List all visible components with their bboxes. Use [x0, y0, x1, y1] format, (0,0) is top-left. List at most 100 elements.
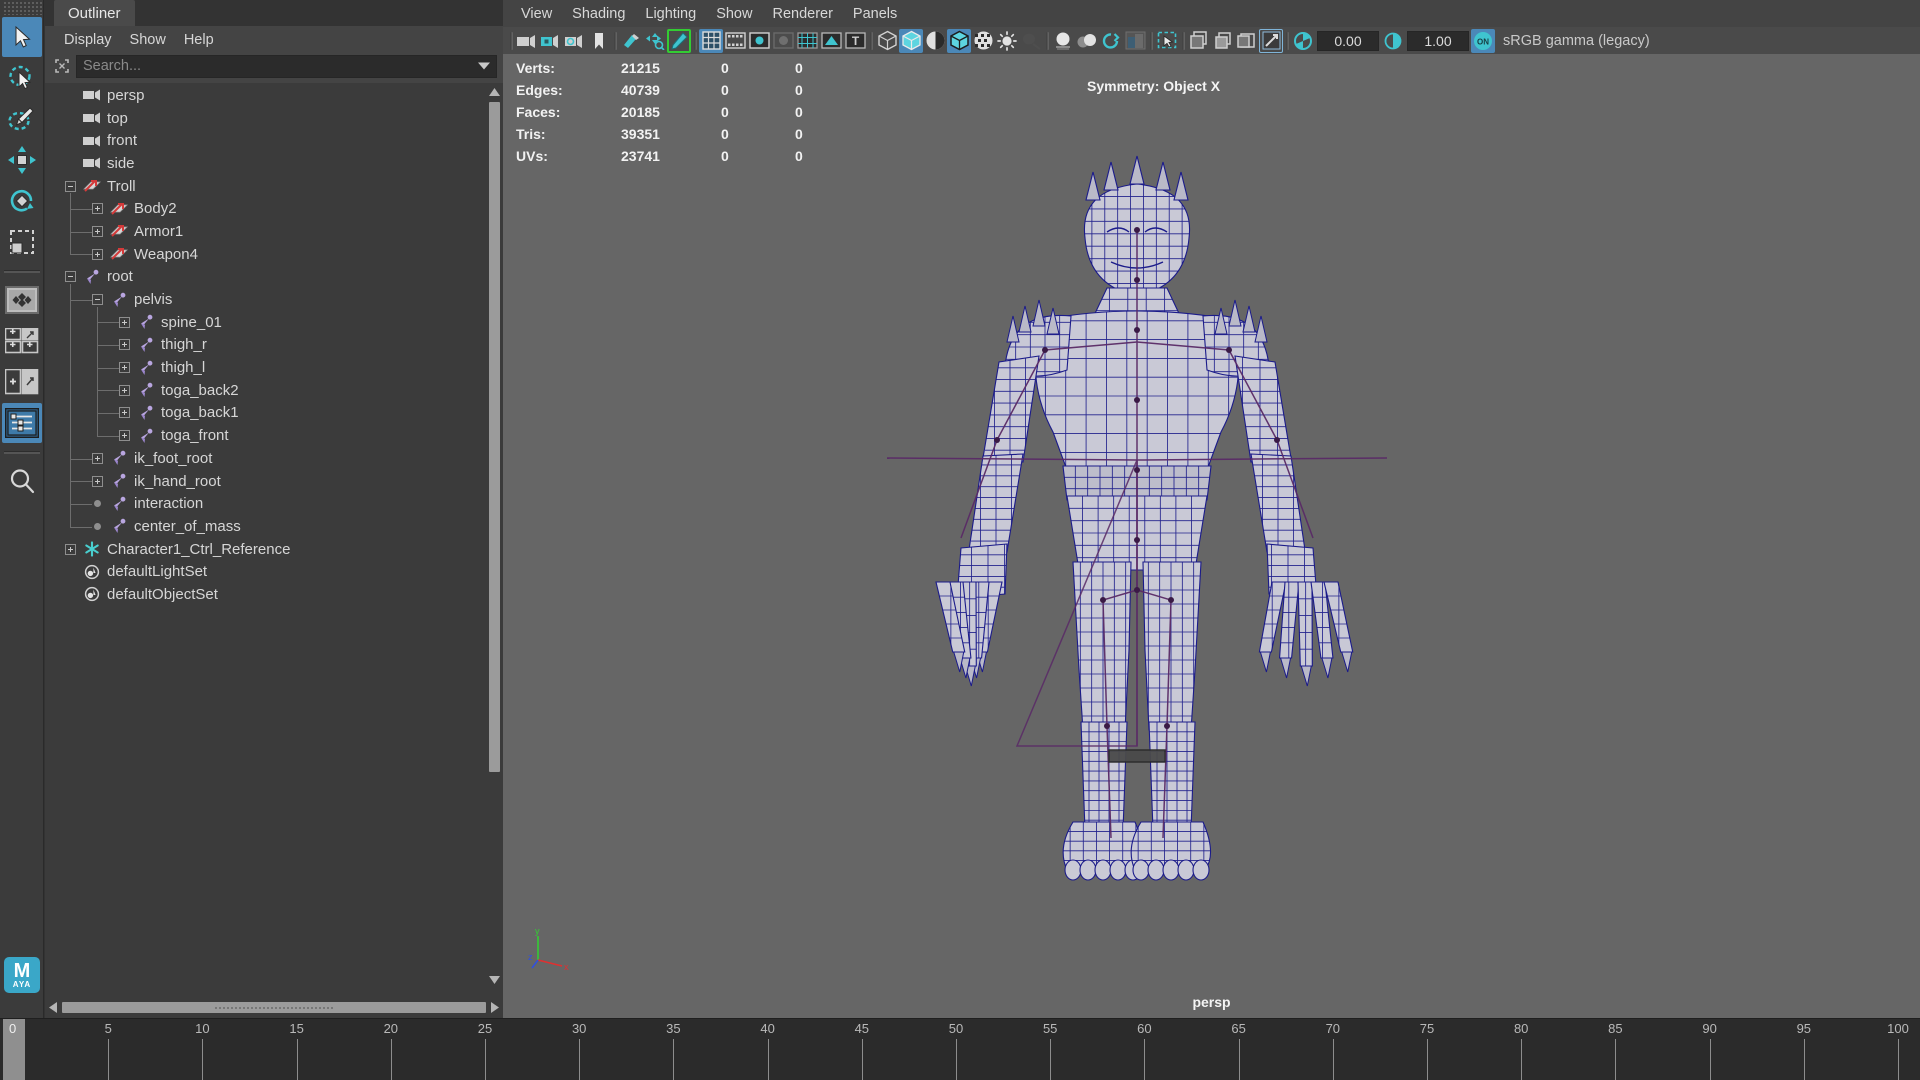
horizontal-scrollbar-thumb[interactable] — [62, 1001, 486, 1013]
outliner-item-interaction[interactable]: interaction — [45, 492, 486, 515]
outliner-item-top[interactable]: top — [45, 107, 486, 130]
expand-icon[interactable] — [119, 407, 130, 419]
paint-select-tool[interactable] — [2, 99, 42, 139]
troll-character-mesh[interactable] — [503, 54, 1920, 1018]
bookmark-icon[interactable] — [587, 29, 611, 53]
textured-icon[interactable] — [971, 29, 995, 53]
menu-panels[interactable]: Panels — [843, 3, 907, 25]
expand-icon[interactable] — [92, 225, 103, 237]
expand-icon[interactable] — [92, 248, 103, 260]
isolate-select-icon[interactable] — [1155, 29, 1179, 53]
outliner-item-troll[interactable]: Troll — [45, 175, 486, 198]
outliner-item-persp[interactable]: persp — [45, 84, 486, 107]
expand-icon[interactable] — [119, 339, 130, 351]
gamma-value-field[interactable]: 1.00 — [1407, 30, 1469, 51]
scroll-right-arrow-icon[interactable] — [487, 997, 503, 1017]
expand-icon[interactable] — [92, 203, 103, 215]
search-input[interactable]: Search... — [76, 54, 497, 78]
gate-mask-icon[interactable] — [771, 29, 795, 53]
outliner-item-body2[interactable]: Body2 — [45, 197, 486, 220]
outliner-item-ik_foot_root[interactable]: ik_foot_root — [45, 447, 486, 470]
menu-renderer[interactable]: Renderer — [762, 3, 842, 25]
scale-tool[interactable] — [2, 222, 42, 262]
outliner-item-ik_hand_root[interactable]: ik_hand_root — [45, 470, 486, 493]
grease-pencil-icon[interactable] — [667, 28, 691, 53]
rotate-tool[interactable] — [2, 181, 42, 221]
expand-icon[interactable] — [119, 316, 130, 328]
scroll-down-arrow-icon[interactable] — [486, 972, 503, 988]
image-plane-icon[interactable] — [619, 29, 643, 53]
collapse-icon[interactable] — [65, 271, 76, 283]
outliner-item-character1_ctrl_reference[interactable]: Character1_Ctrl_Reference — [45, 538, 486, 561]
outliner-item-defaultlightset[interactable]: defaultLightSet — [45, 560, 486, 583]
field-chart-icon[interactable] — [795, 29, 819, 53]
xray-icon[interactable] — [1187, 29, 1211, 53]
outliner-vertical-scrollbar[interactable] — [486, 84, 503, 988]
four-view-layout-icon[interactable] — [2, 321, 42, 361]
shaded-wireframe-icon[interactable] — [947, 28, 971, 53]
tab-outliner[interactable]: Outliner — [54, 0, 135, 26]
expand-icon[interactable] — [92, 452, 103, 464]
menu-show[interactable]: Show — [121, 29, 175, 51]
outliner-persp-layout-icon[interactable] — [2, 403, 42, 443]
expand-icon[interactable] — [119, 362, 130, 374]
menu-lighting[interactable]: Lighting — [635, 3, 706, 25]
outliner-item-defaultobjectset[interactable]: defaultObjectSet — [45, 583, 486, 606]
gamma-icon[interactable] — [1381, 29, 1405, 53]
collapse-icon[interactable] — [92, 294, 103, 306]
outliner-horizontal-scrollbar[interactable] — [45, 996, 503, 1018]
exposure-icon[interactable] — [1291, 29, 1315, 53]
safe-title-icon[interactable]: T — [843, 29, 867, 53]
menu-help[interactable]: Help — [175, 29, 223, 51]
lasso-select-tool[interactable] — [2, 58, 42, 98]
xray-active-components-icon[interactable] — [1235, 29, 1259, 53]
collapse-icon[interactable] — [65, 180, 76, 192]
outliner-item-weapon4[interactable]: Weapon4 — [45, 243, 486, 266]
camera-settings-icon[interactable] — [563, 29, 587, 53]
outliner-item-armor1[interactable]: Armor1 — [45, 220, 486, 243]
outliner-item-root[interactable]: root — [45, 266, 486, 289]
film-gate-icon[interactable] — [723, 29, 747, 53]
menu-display[interactable]: Display — [55, 29, 121, 51]
screen-space-ao-icon[interactable] — [1051, 29, 1075, 53]
depth-of-field-icon[interactable] — [1123, 29, 1147, 53]
smooth-shade-selected-icon[interactable] — [923, 29, 947, 53]
search-filter-icon[interactable] — [51, 55, 73, 77]
select-camera-icon[interactable] — [515, 29, 539, 53]
menu-view[interactable]: View — [511, 3, 562, 25]
use-default-lighting-icon[interactable] — [995, 29, 1019, 53]
toolbox-drag-handle[interactable] — [2, 1, 42, 15]
shadows-icon[interactable] — [1019, 29, 1043, 53]
wireframe-icon[interactable] — [875, 29, 899, 53]
exposure-value-field[interactable]: 0.00 — [1317, 30, 1379, 51]
two-pane-layout-icon[interactable] — [2, 362, 42, 402]
motion-blur-icon[interactable] — [1075, 29, 1099, 53]
chevron-down-icon[interactable] — [478, 62, 490, 70]
xray-joints-icon[interactable] — [1211, 29, 1235, 53]
grid-icon[interactable] — [699, 28, 723, 53]
expand-icon[interactable] — [65, 543, 76, 555]
hardware-texturing-icon[interactable] — [1259, 28, 1283, 53]
select-tool[interactable] — [2, 17, 42, 57]
viewport-canvas[interactable]: Verts: 21215 0 0 Edges: 40739 0 0 Faces:… — [503, 54, 1920, 1018]
safe-action-icon[interactable] — [819, 29, 843, 53]
expand-icon[interactable] — [119, 384, 130, 396]
expand-icon[interactable] — [119, 430, 130, 442]
menu-shading[interactable]: Shading — [562, 3, 635, 25]
time-slider[interactable]: 0 05101520253035404550556065707580859095… — [0, 1018, 1920, 1080]
scroll-left-arrow-icon[interactable] — [45, 997, 61, 1017]
outliner-item-side[interactable]: side — [45, 152, 486, 175]
vertical-scrollbar-thumb[interactable] — [489, 102, 500, 772]
move-tool[interactable] — [2, 140, 42, 180]
expand-icon[interactable] — [92, 475, 103, 487]
search-icon[interactable] — [2, 461, 42, 501]
resolution-gate-icon[interactable] — [747, 29, 771, 53]
lock-camera-icon[interactable] — [539, 29, 563, 53]
outliner-item-front[interactable]: front — [45, 129, 486, 152]
outliner-item-center_of_mass[interactable]: center_of_mass — [45, 515, 486, 538]
smooth-shade-all-icon[interactable] — [899, 28, 923, 53]
time-slider-track[interactable]: 0 05101520253035404550556065707580859095… — [0, 1019, 1920, 1080]
color-management-toggle[interactable]: ON — [1471, 28, 1495, 53]
outliner-item-pelvis[interactable]: pelvis — [45, 288, 486, 311]
twoD-pan-zoom-icon[interactable] — [643, 29, 667, 53]
